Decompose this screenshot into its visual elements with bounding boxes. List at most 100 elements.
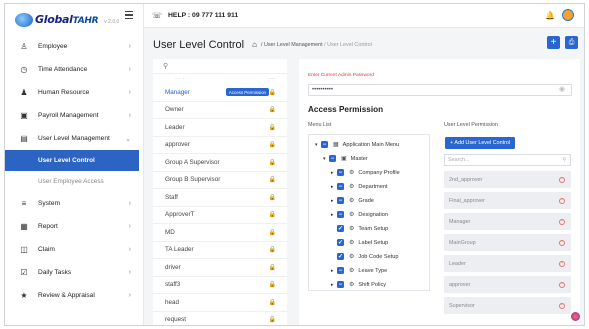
eye-off-icon[interactable]: ◉ bbox=[559, 85, 565, 95]
password-value: •••••••••• bbox=[312, 87, 334, 93]
sidebar-item-claim[interactable]: ◫ Claim › bbox=[5, 238, 143, 261]
level-row[interactable]: approver 🔒 bbox=[153, 137, 287, 154]
lock-icon[interactable]: 🔒 bbox=[269, 246, 276, 253]
tree-node[interactable]: ▸ − ⚙ Grade bbox=[331, 194, 374, 207]
lock-icon[interactable]: 🔒 bbox=[269, 281, 276, 288]
lock-icon[interactable]: 🔒 bbox=[269, 176, 276, 183]
partial-checkbox[interactable]: − bbox=[337, 281, 344, 288]
partial-checkbox[interactable]: − bbox=[337, 183, 344, 190]
sidebar-item-time-attendance[interactable]: ◷ Time Attendance › bbox=[5, 58, 143, 81]
sidebar-subitem-user-level-control[interactable]: User Level Control bbox=[5, 150, 139, 171]
level-row[interactable]: staff3 🔒 bbox=[153, 277, 287, 294]
gear-icon: ⚙ bbox=[349, 184, 355, 190]
bell-icon[interactable]: 🔔 bbox=[545, 11, 555, 20]
tree-node[interactable]: ✓ ⚙ Job Code Setup bbox=[337, 250, 399, 263]
user-level-name: MainGroup bbox=[449, 239, 476, 246]
sidebar-item-payroll-management[interactable]: ▣ Payroll Management › bbox=[5, 104, 143, 127]
lock-icon[interactable]: 🔒 bbox=[269, 124, 276, 131]
menu-toggle-icon[interactable] bbox=[125, 11, 133, 21]
add-user-level-control-button[interactable]: + Add User Level Control bbox=[445, 137, 516, 149]
breadcrumb-parent[interactable]: User Level Management bbox=[264, 42, 323, 48]
partial-checkbox[interactable]: − bbox=[337, 267, 344, 274]
remove-icon[interactable]: − bbox=[559, 281, 565, 288]
chat-bubble-icon[interactable] bbox=[571, 312, 580, 321]
gear-icon: ⚙ bbox=[349, 170, 355, 176]
level-row[interactable]: driver 🔒 bbox=[153, 259, 287, 277]
user-level-search-input[interactable]: Search... ⚲ bbox=[444, 154, 571, 166]
avatar[interactable] bbox=[562, 9, 574, 21]
checked-checkbox[interactable]: ✓ bbox=[337, 239, 344, 246]
partial-checkbox[interactable]: − bbox=[321, 141, 328, 148]
tree-node-label: Shift Policy bbox=[358, 281, 387, 288]
tree-node[interactable]: ▸ − ⚙ Department bbox=[331, 180, 388, 193]
breadcrumb-sep: / bbox=[260, 41, 263, 48]
sidebar-item-human-resource[interactable]: ♟ Human Resource › bbox=[5, 81, 143, 104]
chevron-right-icon: › bbox=[128, 223, 131, 230]
lock-icon[interactable]: 🔒 bbox=[269, 211, 276, 218]
level-row[interactable]: head 🔒 bbox=[153, 294, 287, 312]
lock-icon[interactable]: 🔒 bbox=[269, 299, 276, 306]
admin-password-field[interactable]: •••••••••• ◉ bbox=[308, 84, 572, 96]
sidebar-subitem-user-employee-access[interactable]: User Employee Access bbox=[5, 171, 143, 192]
lock-icon[interactable]: 🔒 bbox=[269, 316, 276, 323]
tree-node[interactable]: ▸ − ⚙ Leave Type bbox=[331, 264, 387, 277]
tree-node[interactable]: ▾ − ▦ Application Main Menu bbox=[315, 138, 399, 151]
tree-node[interactable]: ✓ ⚙ Label Setup bbox=[337, 236, 388, 249]
lock-icon[interactable]: 🔒 bbox=[269, 229, 276, 236]
lock-icon[interactable]: 🔒 bbox=[269, 194, 276, 201]
remove-icon[interactable]: − bbox=[559, 260, 565, 267]
sidebar-item-report[interactable]: ▦ Report › bbox=[5, 215, 143, 238]
sidebar-item-review-appraisal[interactable]: ★ Review & Appraisal › bbox=[5, 284, 143, 307]
lock-icon[interactable]: 🔒 bbox=[269, 89, 276, 96]
remove-icon[interactable]: − bbox=[559, 197, 565, 204]
level-search[interactable]: ⚲ bbox=[153, 59, 287, 74]
breadcrumb-current: User Level Control bbox=[327, 41, 372, 48]
partial-checkbox[interactable]: − bbox=[337, 211, 344, 218]
tree-node[interactable]: ▸ − ⚙ Designation bbox=[331, 208, 388, 221]
tree-node[interactable]: ▸ − ⚙ Shift Policy bbox=[331, 278, 387, 290]
lock-icon[interactable]: 🔒 bbox=[269, 141, 276, 148]
level-row[interactable]: MD 🔒 bbox=[153, 224, 287, 242]
remove-icon[interactable]: − bbox=[559, 176, 565, 183]
lock-icon[interactable]: 🔒 bbox=[269, 106, 276, 113]
level-row[interactable]: Manager Access Permission 🔒 bbox=[153, 84, 287, 102]
level-row[interactable]: ApproverT 🔒 bbox=[153, 207, 287, 224]
remove-icon[interactable]: − bbox=[559, 302, 565, 309]
partial-checkbox[interactable]: − bbox=[337, 169, 344, 176]
gear-icon: ⚙ bbox=[349, 226, 355, 232]
checked-checkbox[interactable]: ✓ bbox=[337, 225, 344, 232]
sliders-icon: ≡ bbox=[21, 199, 27, 208]
level-name: Owner bbox=[165, 106, 184, 114]
level-list-header: · · · ··· bbox=[175, 76, 275, 82]
level-row[interactable]: TA Leader 🔒 bbox=[153, 242, 287, 259]
partial-checkbox[interactable]: − bbox=[337, 197, 344, 204]
lock-icon[interactable]: 🔒 bbox=[269, 159, 276, 166]
sidebar-item-employee[interactable]: ♙ Employee › bbox=[5, 35, 143, 58]
tree-node[interactable]: ▾ − ▣ Master bbox=[323, 152, 368, 165]
brand-logo[interactable]: GlobalTAHR v 2.0.0 bbox=[5, 4, 143, 35]
sidebar-item-system[interactable]: ≡ System › bbox=[5, 192, 143, 215]
remove-icon[interactable]: − bbox=[559, 218, 565, 225]
level-row[interactable]: Leader 🔒 bbox=[153, 119, 287, 137]
level-row[interactable]: Owner 🔒 bbox=[153, 102, 287, 119]
level-row[interactable]: Group B Supervisor 🔒 bbox=[153, 172, 287, 189]
partial-checkbox[interactable]: − bbox=[329, 155, 336, 162]
level-row[interactable]: Group A Supervisor 🔒 bbox=[153, 154, 287, 172]
page-title-bar: User Level Control ⌂ / User Level Manage… bbox=[144, 28, 584, 61]
sidebar-item-daily-tasks[interactable]: ☑ Daily Tasks › bbox=[5, 261, 143, 284]
add-button[interactable]: + bbox=[547, 36, 560, 49]
folder-icon: ▣ bbox=[341, 156, 347, 162]
print-button[interactable]: ⎙ bbox=[565, 36, 578, 49]
checked-checkbox[interactable]: ✓ bbox=[337, 253, 344, 260]
remove-icon[interactable]: − bbox=[559, 239, 565, 246]
sidebar-item-user-level-management[interactable]: ▤ User Level Management ⌄ bbox=[5, 127, 143, 150]
level-row[interactable]: Staff 🔒 bbox=[153, 189, 287, 207]
access-permission-badge[interactable]: Access Permission bbox=[225, 88, 269, 97]
level-row[interactable]: request 🔒 bbox=[153, 312, 287, 326]
app-version: v 2.0.0 bbox=[104, 18, 120, 25]
home-icon[interactable]: ⌂ bbox=[252, 40, 257, 49]
tree-node[interactable]: ✓ ⚙ Team Setup bbox=[337, 222, 388, 235]
lock-icon[interactable]: 🔒 bbox=[269, 264, 276, 271]
chevron-right-icon: › bbox=[128, 43, 131, 50]
tree-node[interactable]: ▸ − ⚙ Company Profile bbox=[331, 166, 400, 179]
